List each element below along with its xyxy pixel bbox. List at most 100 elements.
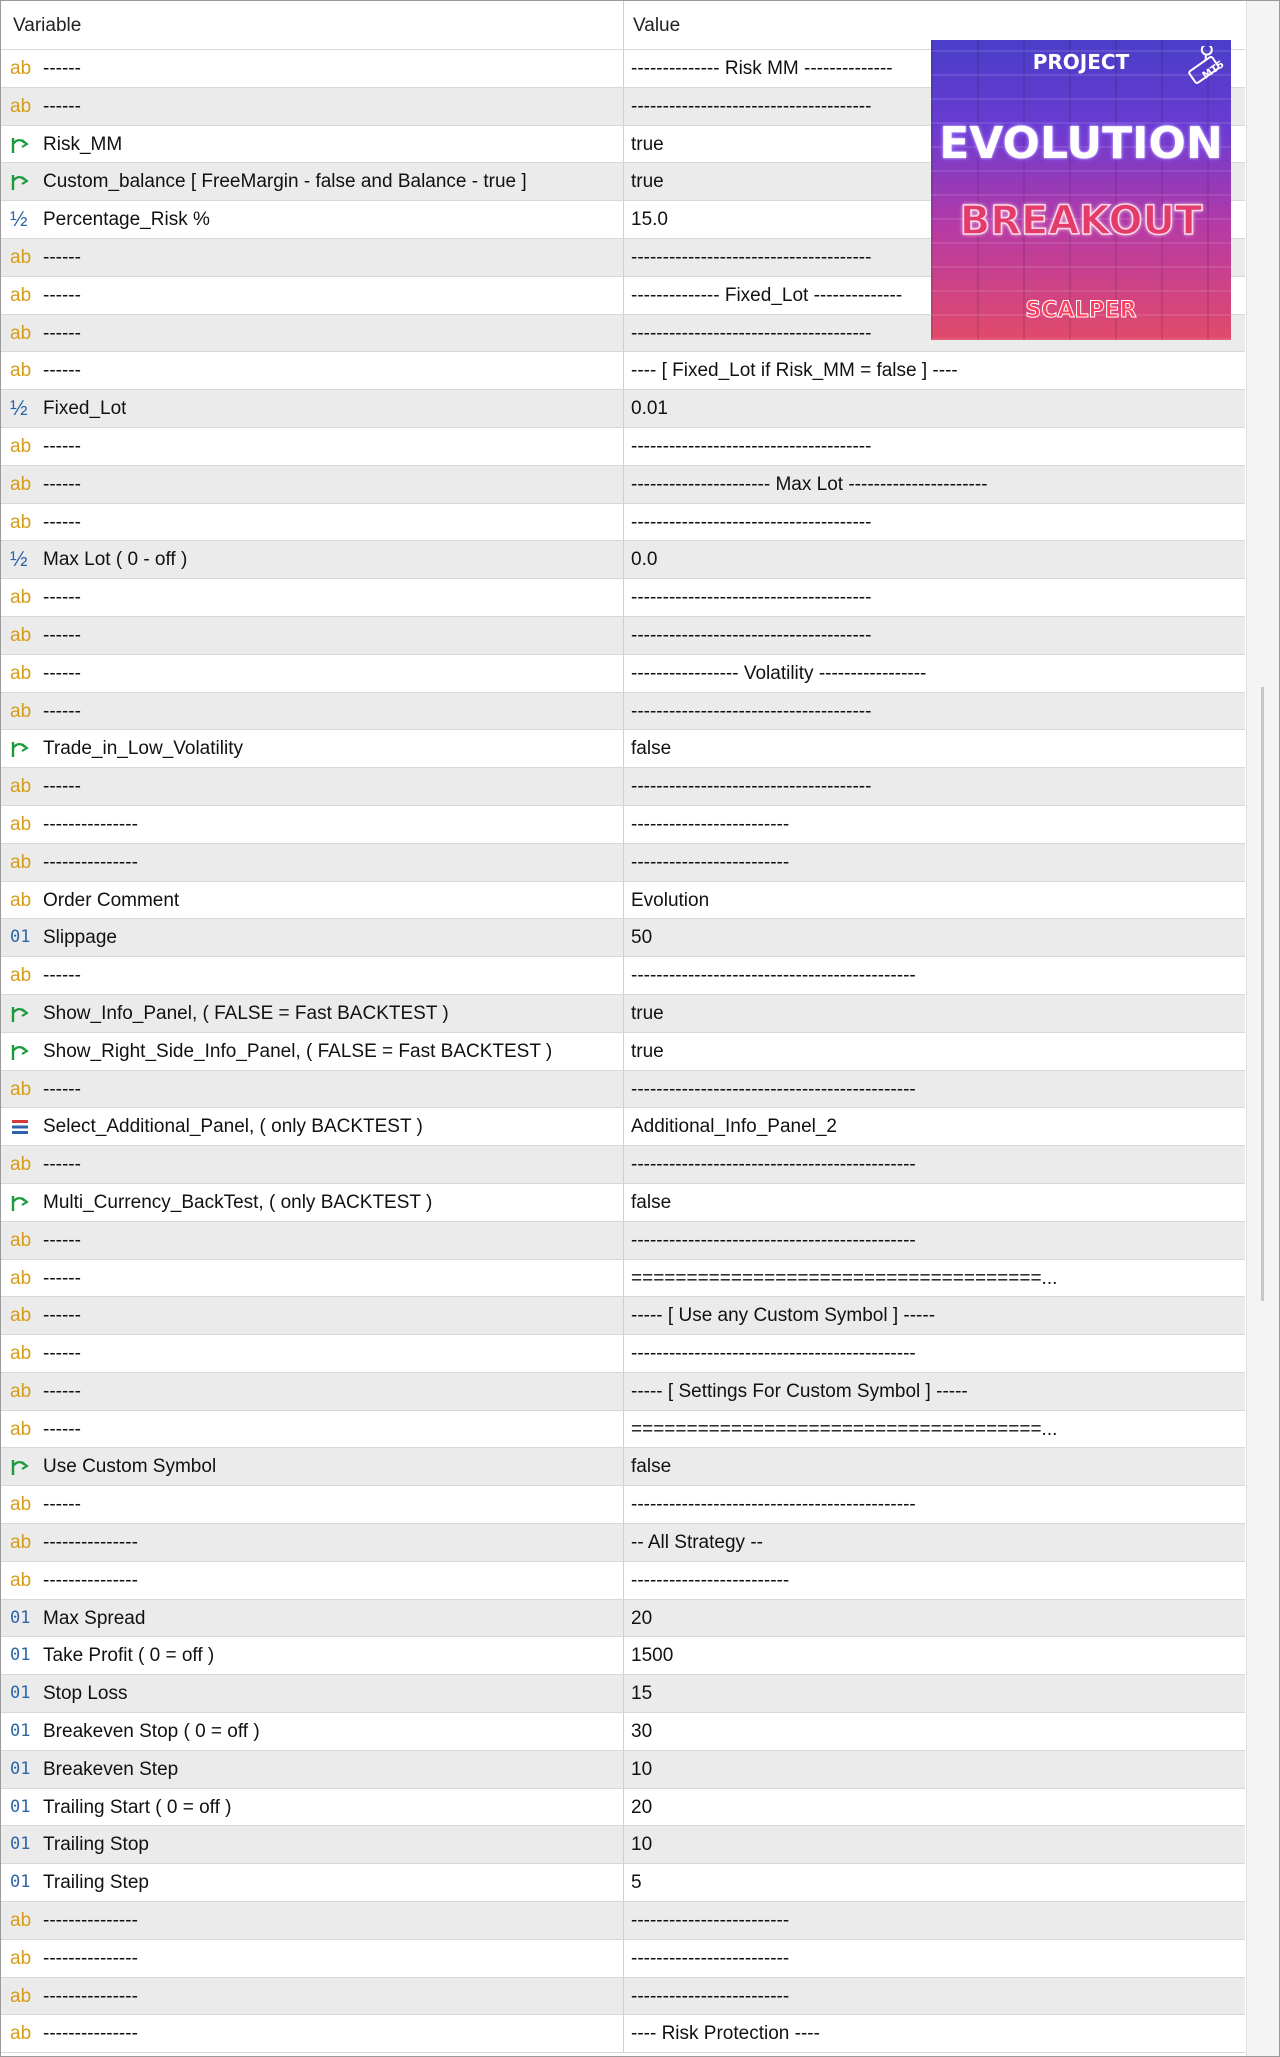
table-row[interactable]: 01 Stop Loss 15 — [1, 1675, 1245, 1714]
table-row[interactable]: 01 Breakeven Stop ( 0 = off ) 30 — [1, 1713, 1245, 1751]
table-row[interactable]: Multi_Currency_BackTest, ( only BACKTEST… — [1, 1183, 1245, 1222]
vertical-scrollbar[interactable] — [1246, 1, 1279, 2056]
variable-value[interactable]: ---- [ Fixed_Lot if Risk_MM = false ] --… — [631, 352, 958, 389]
variable-value[interactable]: 50 — [631, 919, 652, 956]
column-divider[interactable] — [623, 1, 624, 49]
table-row[interactable]: ab--------------------------------------… — [1, 503, 1245, 542]
variable-value[interactable]: false — [631, 730, 671, 767]
variable-value[interactable]: 15.0 — [631, 201, 668, 238]
table-row[interactable]: ab ------ ----- [ Settings For Custom Symb… — [1, 1372, 1245, 1411]
table-row[interactable]: ab--------------------------------------… — [1, 1977, 1245, 2016]
table-row[interactable]: ab--------------------------------------… — [1, 1486, 1245, 1525]
table-row[interactable]: ab ------ ---- [ Fixed_Lot if Risk_MM = fa… — [1, 352, 1245, 391]
variable-value[interactable]: -------------- Fixed_Lot -------------- — [631, 277, 902, 314]
variable-value[interactable]: ------------------------- — [631, 806, 789, 843]
table-row[interactable]: Use Custom Symbol false — [1, 1448, 1245, 1487]
table-row[interactable]: ab--------------------------------------… — [1, 579, 1245, 617]
variable-value[interactable]: -------------------------------------- — [631, 88, 871, 125]
table-row[interactable]: ab--------------------------------------… — [1, 692, 1245, 731]
table-row[interactable]: 01 Trailing Step 5 — [1, 1864, 1245, 1903]
table-row[interactable]: ab--------------------------------------… — [1, 768, 1245, 806]
table-row[interactable]: ab--------------------------------------… — [1, 1070, 1245, 1109]
variable-value[interactable]: =====================================... — [631, 1260, 1057, 1297]
variable-value[interactable]: true — [631, 126, 664, 163]
table-row[interactable]: ab--------------------------------------… — [1, 805, 1245, 844]
variable-value[interactable]: ----------------------------------------… — [631, 957, 916, 994]
table-row[interactable]: ab --------------- ---- Risk Protection --… — [1, 2015, 1245, 2054]
table-row[interactable]: ab ------ ---------------------- Max Lot -… — [1, 465, 1245, 504]
variable-value[interactable]: ----- [ Settings For Custom Symbol ] ---… — [631, 1373, 968, 1410]
table-row[interactable]: ab--------------------------------------… — [1, 1939, 1245, 1978]
variable-value[interactable]: ------------------------- — [631, 1562, 789, 1599]
table-row[interactable]: ab--------------------------------------… — [1, 1561, 1245, 1600]
table-row[interactable]: ½ Max Lot ( 0 - off ) 0.0 — [1, 541, 1245, 580]
table-row[interactable]: 01 Breakeven Step 10 — [1, 1750, 1245, 1789]
table-row[interactable]: ab ------ ----------------- Volatility ---… — [1, 654, 1245, 693]
variable-value[interactable]: ------------------------- — [631, 1978, 789, 2015]
variable-value[interactable]: ----- [ Use any Custom Symbol ] ----- — [631, 1297, 935, 1334]
variable-value[interactable]: true — [631, 1033, 664, 1070]
variable-value[interactable]: ------------------------- — [631, 1940, 789, 1977]
table-row[interactable]: 01 Take Profit ( 0 = off ) 1500 — [1, 1637, 1245, 1676]
table-row[interactable]: 01 Trailing Start ( 0 = off ) 20 — [1, 1788, 1245, 1827]
variable-value[interactable]: true — [631, 163, 664, 200]
table-row[interactable]: ab--------------------------------------… — [1, 616, 1245, 655]
variable-value[interactable]: -------------------------------------- — [631, 315, 871, 352]
table-row[interactable]: ab--------------------------------------… — [1, 1221, 1245, 1260]
variable-value[interactable]: ---------------------- Max Lot ---------… — [631, 466, 988, 503]
table-row[interactable]: ab ------ ================================… — [1, 1410, 1245, 1449]
variable-value[interactable]: ----------------------------------------… — [631, 1071, 916, 1108]
value-column-header[interactable]: Value — [633, 1, 680, 49]
variable-value[interactable]: Evolution — [631, 882, 709, 919]
variable-value[interactable]: 20 — [631, 1600, 652, 1637]
variable-value[interactable]: 0.01 — [631, 390, 668, 427]
variable-value[interactable]: =====================================... — [631, 1411, 1057, 1448]
variable-value[interactable]: 1500 — [631, 1637, 673, 1674]
variable-value[interactable]: -------------------------------------- — [631, 428, 871, 465]
table-row[interactable]: ab--------------------------------------… — [1, 957, 1245, 995]
table-row[interactable]: 01 Slippage 50 — [1, 919, 1245, 958]
variable-value[interactable]: ----------------------------------------… — [631, 1335, 916, 1372]
variable-value[interactable]: ---- Risk Protection ---- — [631, 2015, 820, 2052]
variable-value[interactable]: ------------------------- — [631, 844, 789, 881]
variable-value[interactable]: 5 — [631, 1864, 642, 1901]
variable-value[interactable]: -------------------------------------- — [631, 579, 871, 616]
variable-value[interactable]: false — [631, 1448, 671, 1485]
table-row[interactable]: Show_Info_Panel, ( FALSE = Fast BACKTEST… — [1, 994, 1245, 1033]
variable-value[interactable]: ------------------------- — [631, 1902, 789, 1939]
variable-value[interactable]: 30 — [631, 1713, 652, 1750]
variable-value[interactable]: 0.0 — [631, 541, 657, 578]
variable-column-header[interactable]: Variable — [13, 1, 81, 49]
variable-value[interactable]: -------------------------------------- — [631, 504, 871, 541]
variable-value[interactable]: -------------- Risk MM -------------- — [631, 50, 893, 87]
variable-value[interactable]: -------------------------------------- — [631, 617, 871, 654]
variable-value[interactable]: 10 — [631, 1751, 652, 1788]
variable-value[interactable]: true — [631, 995, 664, 1032]
table-row[interactable]: ab ------ ================================… — [1, 1259, 1245, 1298]
table-row[interactable]: 01 Trailing Stop 10 — [1, 1826, 1245, 1865]
variable-value[interactable]: false — [631, 1184, 671, 1221]
variable-value[interactable]: 20 — [631, 1789, 652, 1826]
table-row[interactable]: ab--------------------------------------… — [1, 843, 1245, 882]
variable-value[interactable]: -------------------------------------- — [631, 239, 871, 276]
variable-value[interactable]: -------------------------------------- — [631, 768, 871, 805]
table-row[interactable]: Trade_in_Low_Volatility false — [1, 730, 1245, 769]
variable-value[interactable]: ----------------- Volatility -----------… — [631, 655, 926, 692]
table-row[interactable]: Select_Additional_Panel, ( only BACKTEST… — [1, 1108, 1245, 1147]
table-row[interactable]: ab--------------------------------------… — [1, 427, 1245, 466]
table-row[interactable]: ab--------------------------------------… — [1, 1335, 1245, 1373]
scrollbar-thumb[interactable] — [1261, 687, 1264, 1301]
variable-value[interactable]: -------------------------------------- — [631, 693, 871, 730]
table-row[interactable]: Show_Right_Side_Info_Panel, ( FALSE = Fa… — [1, 1032, 1245, 1071]
variable-value[interactable]: ----------------------------------------… — [631, 1486, 916, 1523]
variable-value[interactable]: ----------------------------------------… — [631, 1222, 916, 1259]
table-row[interactable]: ab--------------------------------------… — [1, 1902, 1245, 1940]
table-row[interactable]: ½ Fixed_Lot 0.01 — [1, 390, 1245, 428]
table-row[interactable]: ab ------ ----- [ Use any Custom Symbol ] … — [1, 1297, 1245, 1336]
variable-value[interactable]: 10 — [631, 1826, 652, 1863]
variable-value[interactable]: -- All Strategy -- — [631, 1524, 763, 1561]
table-row[interactable]: ab --------------- -- All Strategy -- — [1, 1524, 1245, 1562]
table-row[interactable]: ab--------------------------------------… — [1, 1146, 1245, 1184]
variable-value[interactable]: 15 — [631, 1675, 652, 1712]
variable-value[interactable]: Additional_Info_Panel_2 — [631, 1108, 837, 1145]
